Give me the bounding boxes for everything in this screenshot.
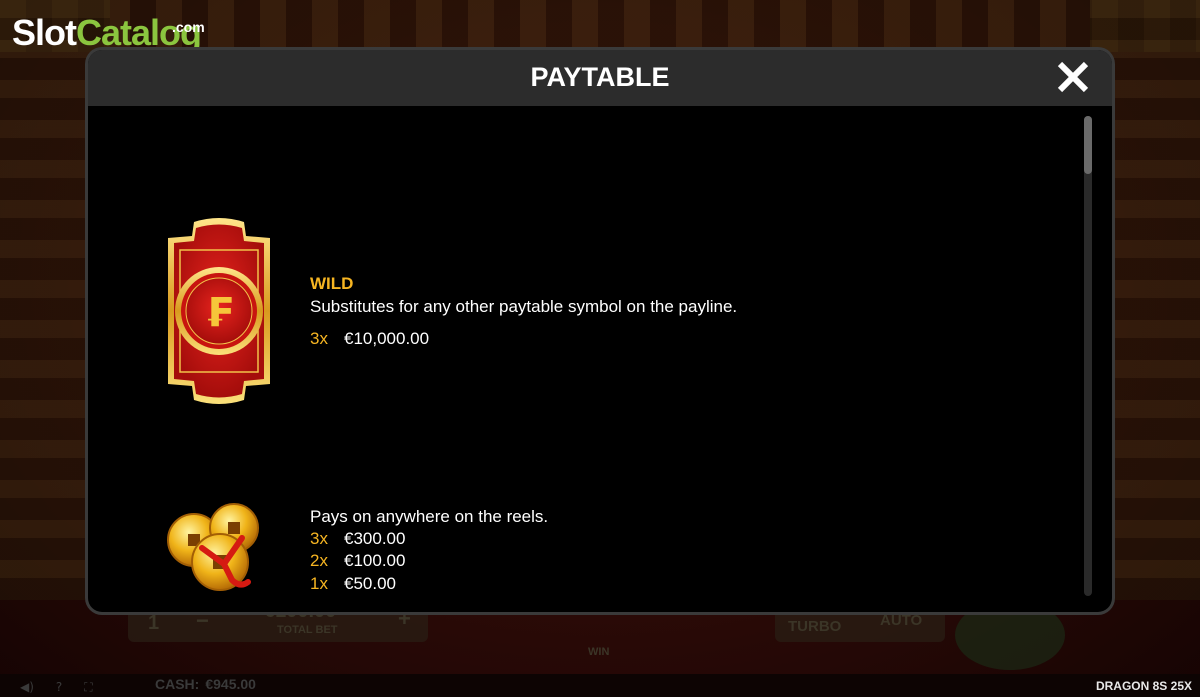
coins-description: Pays on anywhere on the reels. bbox=[310, 507, 549, 526]
turbo-button[interactable]: TURBO bbox=[788, 618, 841, 635]
paytable-content[interactable]: ₣ WILD Substitutes for any other paytabl… bbox=[94, 106, 1106, 606]
coins-payout-row: 2x €100.00 bbox=[310, 551, 405, 571]
payout-amount: €300.00 bbox=[344, 529, 406, 548]
sound-icon[interactable]: ◀) bbox=[20, 680, 34, 695]
payout-multiplier: 2x bbox=[310, 551, 328, 570]
wild-payout-row: 3x €10,000.00 bbox=[310, 329, 429, 349]
cash-display: CASH: €945.00 bbox=[155, 676, 256, 692]
auto-button[interactable]: AUTO bbox=[880, 612, 922, 629]
scrollbar-thumb[interactable] bbox=[1084, 116, 1092, 174]
modal-title: PAYTABLE bbox=[530, 62, 670, 92]
lines-value: 1 bbox=[148, 612, 160, 634]
bottom-bar-icons: ◀) ? ⛶ bbox=[20, 680, 93, 695]
wild-title: WILD bbox=[310, 274, 354, 293]
cash-value: €945.00 bbox=[205, 676, 256, 692]
close-icon bbox=[1057, 61, 1089, 93]
close-button[interactable] bbox=[1050, 60, 1096, 96]
coins-payout-row: 3x €300.00 bbox=[310, 529, 405, 549]
payout-amount: €50.00 bbox=[344, 574, 396, 593]
payout-amount: €100.00 bbox=[344, 551, 406, 570]
win-label: WIN bbox=[588, 646, 610, 658]
payout-multiplier: 1x bbox=[310, 574, 328, 593]
help-icon[interactable]: ? bbox=[56, 680, 62, 695]
fullscreen-icon[interactable]: ⛶ bbox=[84, 680, 92, 695]
coins-payout-row: 1x €50.00 bbox=[310, 574, 396, 594]
payout-multiplier: 3x bbox=[310, 529, 328, 548]
payout-multiplier: 3x bbox=[310, 329, 328, 348]
wild-description: Substitutes for any other paytable symbo… bbox=[310, 297, 738, 316]
scrollbar[interactable] bbox=[1084, 116, 1092, 596]
payout-amount: €10,000.00 bbox=[344, 329, 430, 348]
total-bet-label: TOTAL BET bbox=[277, 624, 338, 636]
paytable-modal: PAYTABLE ₣ WILD Substitutes for any othe… bbox=[88, 50, 1112, 612]
wild-symbol-icon: ₣ bbox=[164, 216, 274, 406]
coins-symbol-icon bbox=[162, 498, 272, 598]
game-name: DRAGON 8S 25X bbox=[1095, 679, 1192, 693]
cash-label: CASH: bbox=[155, 676, 200, 692]
svg-text:₣: ₣ bbox=[205, 290, 233, 336]
